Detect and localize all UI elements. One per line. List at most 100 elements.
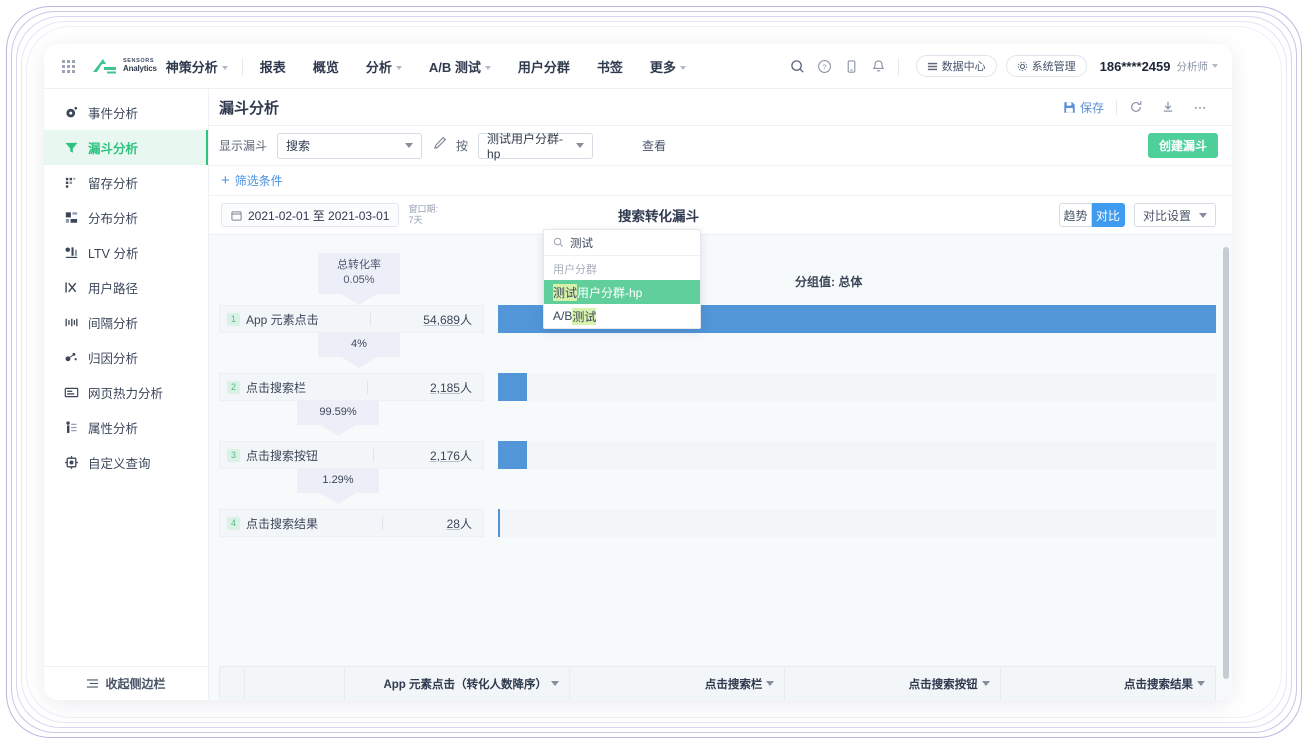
step-count[interactable]: 2,176人: [430, 447, 472, 464]
funnel-step-info[interactable]: 4 点击搜索结果 28人: [219, 509, 484, 537]
apps-grid-icon[interactable]: [62, 59, 75, 73]
dropdown-item-highlight: 测试: [572, 307, 597, 325]
nav-label: 概览: [312, 59, 339, 75]
chevron-down-icon: [981, 681, 990, 686]
chevron-down-icon: [551, 681, 559, 686]
funnel-step-info[interactable]: 2 点击搜索栏 2,185人: [219, 373, 484, 401]
tab-compare[interactable]: 对比: [1091, 203, 1125, 227]
view-link[interactable]: 查看: [642, 137, 666, 154]
table-col-step-2[interactable]: 点击搜索栏: [569, 667, 784, 700]
chevron-down-icon: [576, 143, 585, 148]
page-actions: 保存: [1054, 99, 1216, 116]
funnel-step-info[interactable]: 1 App 元素点击 54,689人: [219, 305, 484, 333]
table-col-label: 点击搜索栏: [704, 678, 763, 691]
chevron-down-icon: [405, 143, 414, 148]
step-divider: [381, 516, 383, 530]
data-center-button[interactable]: 数据中心: [915, 55, 997, 77]
nav-label: 用户分群: [517, 59, 570, 75]
ltv-analysis-icon: [64, 245, 79, 260]
table-col-step-4[interactable]: 点击搜索结果: [999, 667, 1215, 700]
funnel-panel: 总转化率 0.05% 分组值: 总体 1 App 元素点击 54,689人 4%…: [209, 235, 1232, 700]
heatmap-analysis-icon: [64, 385, 79, 400]
nav-item-bookmarks[interactable]: 书签: [597, 57, 623, 76]
mobile-icon[interactable]: [838, 53, 865, 80]
sidebar-item-event-analysis[interactable]: 事件分析: [44, 95, 208, 130]
sidebar-item-custom-query[interactable]: 自定义查询: [44, 445, 208, 480]
step-conversion-badge: 99.59%: [297, 401, 379, 425]
refresh-button[interactable]: [1120, 100, 1152, 114]
sidebar-item-label: 网页热力分析: [88, 387, 164, 401]
more-button[interactable]: [1184, 100, 1216, 114]
system-admin-label: 系统管理: [1031, 61, 1076, 73]
step-conversion-badge: 4%: [318, 333, 400, 357]
date-range-picker[interactable]: 2021-02-01 至 2021-03-01: [221, 203, 400, 227]
table-col-step-1[interactable]: App 元素点击（转化人数降序）: [344, 667, 569, 700]
sidebar-list: 事件分析 漏斗分析 留存分析 分布分析 LTV 分析 用户路径 间隔分析 归因分…: [44, 89, 208, 666]
user-phone[interactable]: 186****2459: [1100, 59, 1171, 74]
save-button[interactable]: 保存: [1054, 99, 1113, 116]
sidebar-item-retention-analysis[interactable]: 留存分析: [44, 165, 208, 200]
chevron-down-icon[interactable]: [1212, 64, 1218, 68]
step-index: 1: [227, 312, 240, 326]
tab-trend[interactable]: 趋势: [1058, 203, 1092, 227]
funnel-filter-bar: 显示漏斗 搜索 按 测试用户分群-hp 查看 创建漏斗: [209, 126, 1232, 166]
nav-links: 报表 概览 分析 A/B 测试 用户分群 书签 更多: [260, 57, 686, 76]
nav-item-analysis[interactable]: 分析: [366, 57, 402, 76]
sidebar-item-heatmap-analysis[interactable]: 网页热力分析: [44, 375, 208, 410]
step-count-unit: 人: [459, 516, 472, 531]
funnel-step-row: 3 点击搜索按钮 2,176人: [219, 441, 1216, 469]
save-label: 保存: [1079, 100, 1104, 115]
sidebar-item-funnel-analysis[interactable]: 漏斗分析: [44, 130, 208, 165]
nav-item-abtest[interactable]: A/B 测试: [429, 57, 491, 76]
system-admin-button[interactable]: 系统管理: [1005, 55, 1087, 77]
nav-label: 报表: [259, 59, 286, 75]
create-funnel-button[interactable]: 创建漏斗: [1147, 133, 1218, 158]
sidebar-item-attribution-analysis[interactable]: 归因分析: [44, 340, 208, 375]
sidebar-item-distribution-analysis[interactable]: 分布分析: [44, 200, 208, 235]
sidebar-item-label: 自定义查询: [88, 457, 151, 471]
sidebar-item-user-path[interactable]: 用户路径: [44, 270, 208, 305]
download-button[interactable]: [1152, 100, 1184, 114]
event-analysis-icon: [64, 105, 79, 120]
funnel-select[interactable]: 搜索: [277, 132, 423, 159]
bell-icon[interactable]: [865, 53, 892, 80]
attribution-analysis-icon: [64, 350, 79, 365]
dropdown-item-pre: A/B: [553, 309, 573, 323]
segment-select[interactable]: 测试用户分群-hp: [478, 132, 594, 161]
table-col-0: [220, 667, 244, 700]
collapse-sidebar-button[interactable]: 收起侧边栏: [44, 666, 208, 700]
step-count[interactable]: 2,185人: [430, 379, 472, 396]
nav-item-overview[interactable]: 概览: [313, 57, 339, 76]
add-condition-button[interactable]: + 筛选条件: [221, 172, 283, 189]
dropdown-search-row[interactable]: 测试: [544, 230, 700, 256]
nav-divider: [241, 57, 243, 75]
download-icon: [1163, 101, 1173, 112]
search-icon[interactable]: [784, 53, 811, 80]
custom-query-icon: [64, 455, 79, 470]
step-count[interactable]: 54,689人: [423, 311, 472, 328]
window-value: 7天: [408, 215, 423, 225]
sidebar-item-label: 留存分析: [88, 177, 139, 191]
help-icon[interactable]: ?: [811, 53, 838, 80]
dropdown-item-test-segment-hp[interactable]: 测试 用户分群-hp: [544, 280, 700, 304]
condition-label: 筛选条件: [234, 174, 283, 188]
funnel-bar-track: [498, 441, 1216, 469]
more-horizontal-icon: [1195, 106, 1205, 109]
brand-selector[interactable]: 神策分析: [166, 57, 228, 76]
nav-item-more[interactable]: 更多: [650, 57, 686, 76]
nav-item-user-segments[interactable]: 用户分群: [518, 57, 570, 76]
compare-settings-button[interactable]: 对比设置: [1133, 203, 1216, 227]
vertical-scrollbar[interactable]: [1223, 247, 1229, 679]
pencil-icon[interactable]: [433, 136, 447, 155]
sidebar-item-ltv-analysis[interactable]: LTV 分析: [44, 235, 208, 270]
table-col-step-3[interactable]: 点击搜索按钮: [784, 667, 999, 700]
funnel-bar: [498, 509, 500, 537]
funnel-scroll-area: 总转化率 0.05% 分组值: 总体 1 App 元素点击 54,689人 4%…: [209, 235, 1232, 700]
sidebar-item-attribute-analysis[interactable]: 属性分析: [44, 410, 208, 445]
nav-item-reports[interactable]: 报表: [260, 57, 286, 76]
sidebar-item-label: LTV 分析: [88, 247, 139, 261]
step-count[interactable]: 28人: [447, 515, 472, 532]
dropdown-item-ab-test[interactable]: A/B 测试: [544, 304, 700, 328]
sidebar-item-interval-analysis[interactable]: 间隔分析: [44, 305, 208, 340]
funnel-step-info[interactable]: 3 点击搜索按钮 2,176人: [219, 441, 484, 469]
